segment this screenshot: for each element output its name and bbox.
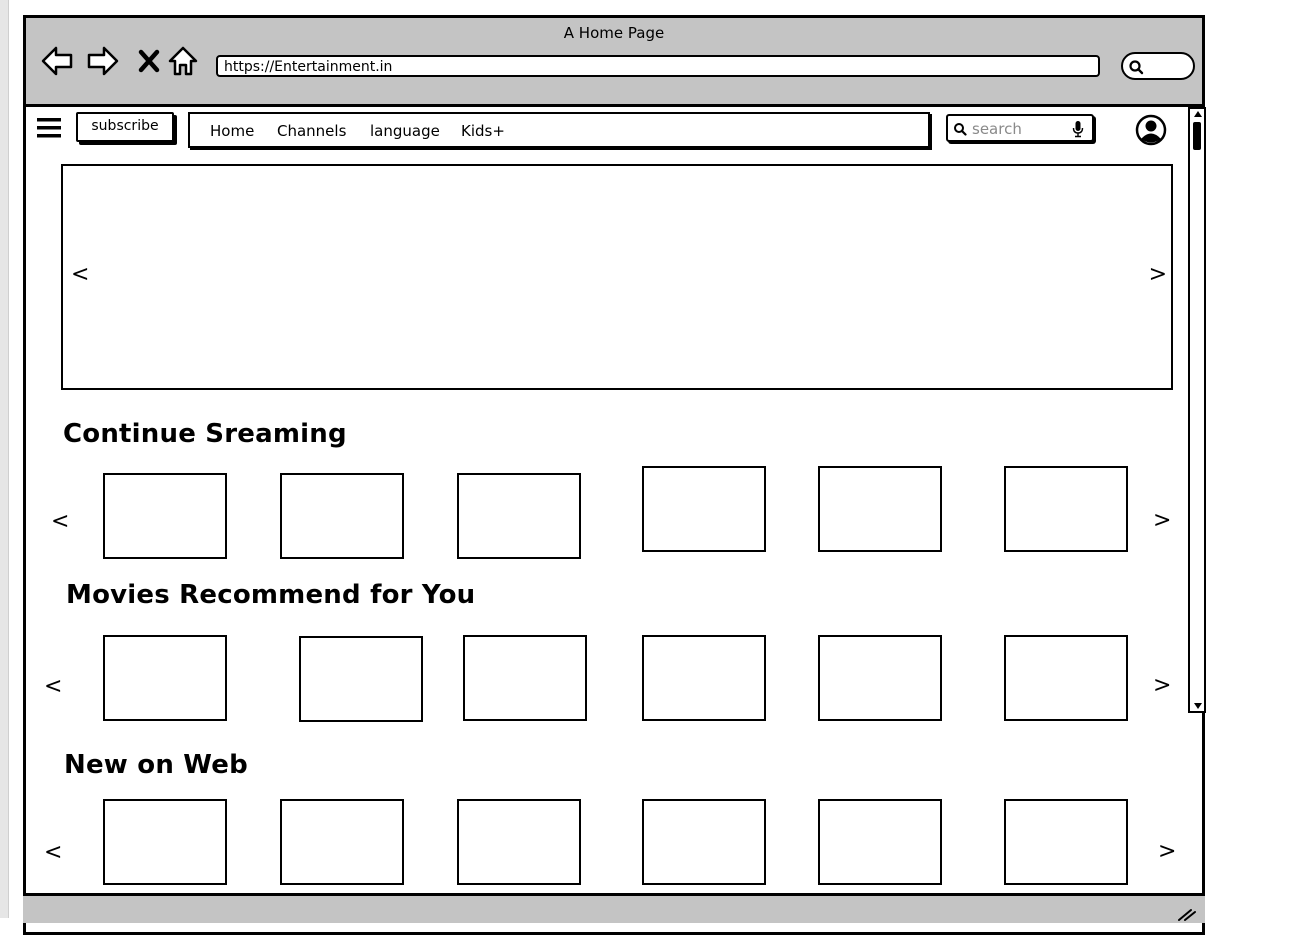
section-title-movies-recommended: Movies Recommend for You — [66, 580, 476, 610]
recommended-item[interactable] — [1004, 635, 1128, 721]
user-avatar-icon[interactable] — [1135, 114, 1167, 146]
microphone-icon[interactable] — [1072, 120, 1084, 138]
resize-grip-icon[interactable] — [1175, 907, 1197, 921]
recommended-prev-button[interactable]: < — [44, 676, 62, 698]
nav-item-channels[interactable]: Channels — [277, 122, 346, 140]
new-item[interactable] — [1004, 799, 1128, 885]
section-title-new-on-web: New on Web — [64, 750, 248, 780]
browser-chrome: A Home Page https://Entertainment.in — [26, 18, 1202, 107]
continue-item[interactable] — [457, 473, 581, 559]
new-item[interactable] — [103, 799, 227, 885]
url-input[interactable]: https://Entertainment.in — [216, 55, 1100, 77]
hero-carousel: < > — [61, 164, 1173, 390]
recommended-next-button[interactable]: > — [1153, 675, 1171, 697]
menu-icon[interactable] — [35, 114, 63, 142]
browser-search-field[interactable] — [1121, 52, 1195, 80]
back-arrow-icon[interactable] — [40, 44, 74, 78]
nav-item-language[interactable]: language — [370, 122, 440, 140]
scrollbar-thumb[interactable] — [1193, 122, 1201, 150]
window-title: A Home Page — [563, 24, 665, 42]
recommended-item[interactable] — [103, 635, 227, 721]
section-title-continue-streaming: Continue Sreaming — [63, 419, 347, 449]
browser-window: A Home Page https://Entertainment.in sub… — [23, 15, 1206, 935]
recommended-item[interactable] — [463, 635, 587, 721]
hero-prev-button[interactable]: < — [71, 264, 89, 286]
vertical-scrollbar[interactable] — [1188, 107, 1206, 713]
scroll-up-arrow-icon[interactable] — [1193, 110, 1203, 118]
nav-item-home[interactable]: Home — [210, 122, 254, 140]
close-icon[interactable] — [132, 44, 166, 78]
new-item[interactable] — [457, 799, 581, 885]
continue-next-button[interactable]: > — [1153, 510, 1171, 532]
search-placeholder: search — [972, 120, 1022, 138]
home-icon[interactable] — [166, 44, 200, 78]
new-item[interactable] — [818, 799, 942, 885]
left-gutter — [0, 0, 9, 918]
continue-item[interactable] — [1004, 466, 1128, 552]
recommended-item[interactable] — [818, 635, 942, 721]
continue-prev-button[interactable]: < — [51, 511, 69, 533]
new-item[interactable] — [642, 799, 766, 885]
continue-item[interactable] — [280, 473, 404, 559]
continue-item[interactable] — [103, 473, 227, 559]
continue-item[interactable] — [818, 466, 942, 552]
new-item[interactable] — [280, 799, 404, 885]
main-nav-bar: Home Channels language Kids+ — [188, 112, 930, 148]
page-viewport: subscribe Home Channels language Kids+ s… — [26, 107, 1206, 932]
hero-next-button[interactable]: > — [1149, 264, 1167, 286]
nav-item-kids[interactable]: Kids+ — [461, 122, 505, 140]
scroll-down-arrow-icon[interactable] — [1193, 702, 1203, 710]
recommended-item[interactable] — [642, 635, 766, 721]
subscribe-button[interactable]: subscribe — [76, 112, 174, 142]
search-icon — [1129, 60, 1144, 75]
forward-arrow-icon[interactable] — [86, 44, 120, 78]
search-icon — [954, 123, 967, 136]
search-input[interactable]: search — [946, 114, 1094, 142]
browser-status-bar — [23, 893, 1205, 923]
new-prev-button[interactable]: < — [44, 842, 62, 864]
continue-item[interactable] — [642, 466, 766, 552]
new-next-button[interactable]: > — [1158, 841, 1176, 863]
recommended-item[interactable] — [299, 636, 423, 722]
